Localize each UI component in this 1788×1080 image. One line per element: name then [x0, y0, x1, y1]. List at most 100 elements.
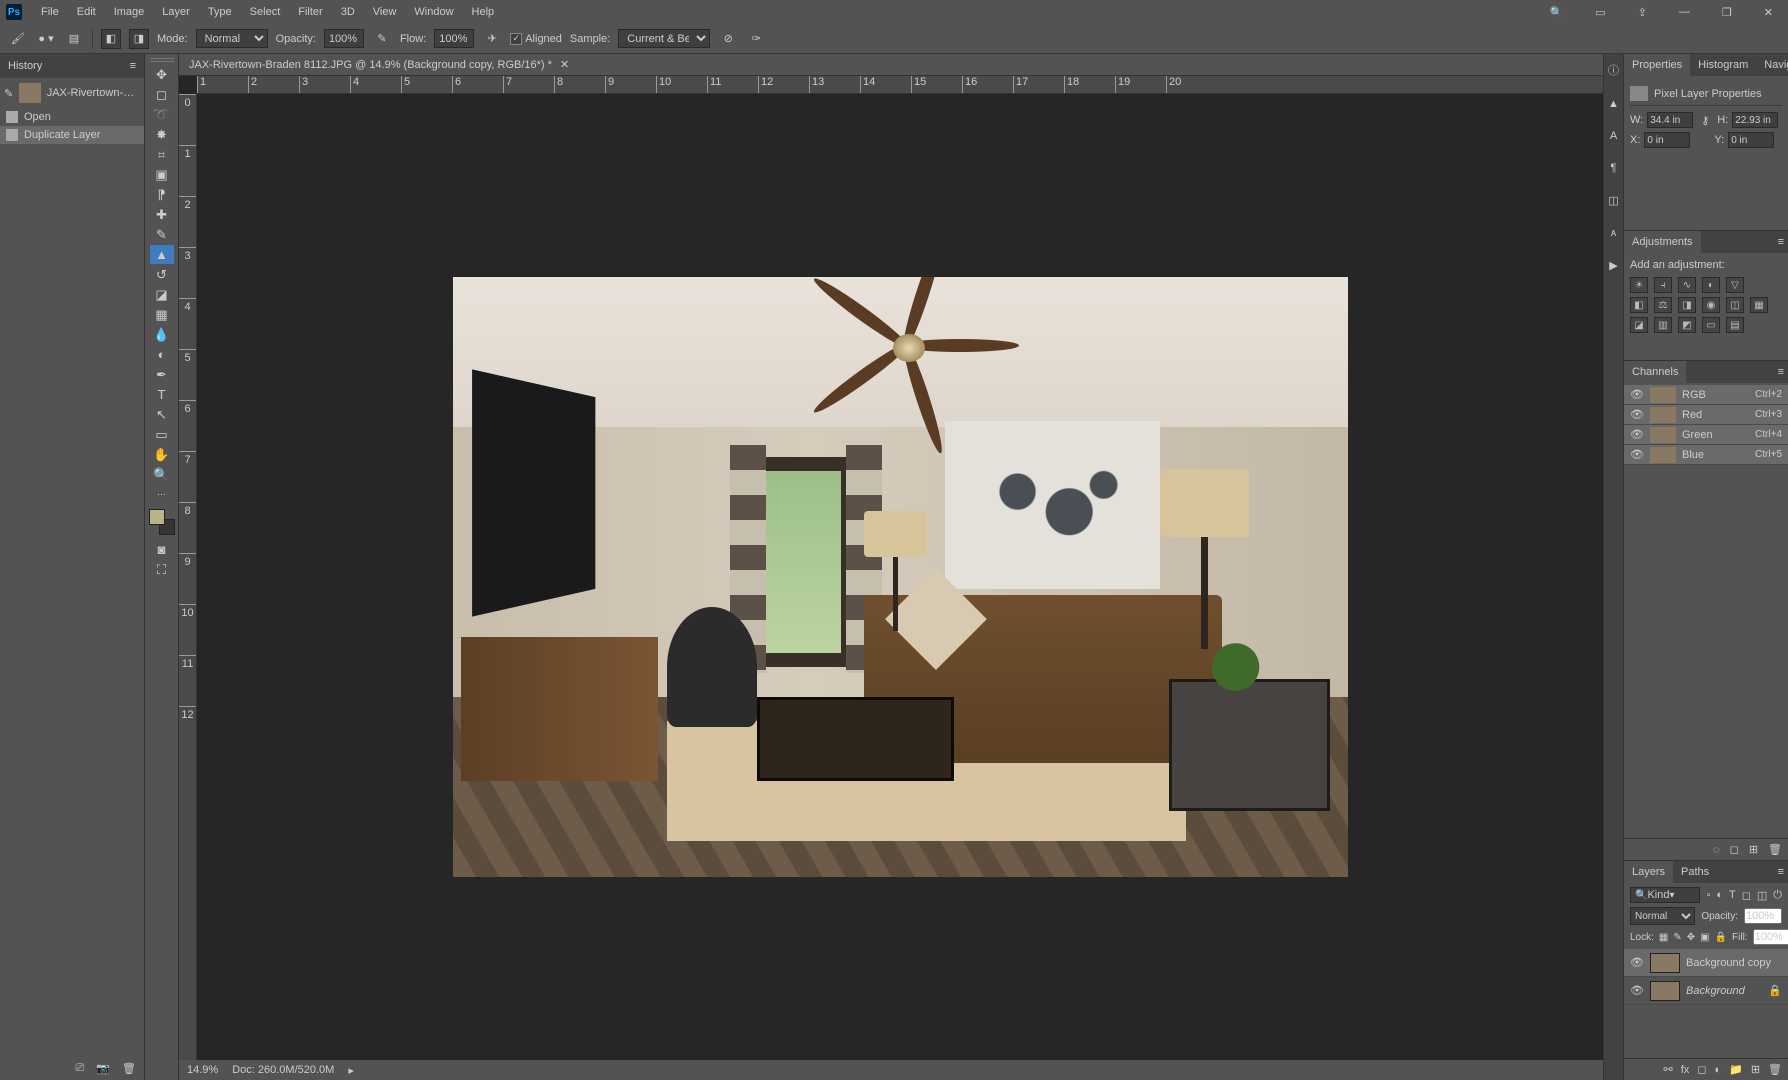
brush-tool[interactable]: ✎ — [150, 225, 174, 244]
tab-properties[interactable]: Properties — [1624, 54, 1690, 76]
glyphs-icon[interactable]: ᴀ — [1611, 227, 1616, 239]
blend-mode-select[interactable]: Normal — [1630, 907, 1695, 925]
sample-select[interactable]: Current & Below — [618, 29, 710, 48]
clone-stamp-tool[interactable]: ▲ — [150, 245, 174, 264]
mode-select[interactable]: Normal — [196, 29, 268, 48]
history-item-duplicate[interactable]: Duplicate Layer — [0, 126, 144, 144]
layer-mask-icon[interactable]: ◻ — [1697, 1063, 1706, 1076]
menu-image[interactable]: Image — [105, 6, 154, 18]
delete-layer-icon[interactable]: 🗑 — [1768, 1063, 1782, 1076]
brightness-icon[interactable]: ☀ — [1630, 277, 1648, 293]
character-panel-icon[interactable]: A — [1610, 130, 1617, 142]
tab-layers[interactable]: Layers — [1624, 861, 1673, 883]
channel-mixer-icon[interactable]: ◫ — [1726, 297, 1744, 313]
zoom-level[interactable]: 14.9% — [187, 1064, 218, 1076]
filter-toggle-icon[interactable]: ⏻ — [1773, 889, 1782, 902]
channel-rgb[interactable]: 👁RGBCtrl+2 — [1624, 385, 1788, 405]
airbrush-icon[interactable]: ✈ — [482, 29, 502, 49]
ignore-adjustment-icon[interactable]: ⊘ — [718, 29, 738, 49]
share-icon[interactable]: ⇪ — [1629, 6, 1656, 19]
visibility-icon[interactable]: 👁 — [1630, 428, 1644, 441]
create-document-icon[interactable]: ⎚ — [76, 1062, 85, 1075]
lock-artboard-icon[interactable]: ▣ — [1700, 931, 1709, 944]
visibility-icon[interactable]: 👁 — [1630, 956, 1644, 969]
width-input[interactable] — [1647, 112, 1693, 128]
pressure-size-icon[interactable]: ✑ — [746, 29, 766, 49]
lasso-tool[interactable]: ➰ — [150, 105, 174, 124]
screen-mode-tool[interactable]: ⛶ — [150, 560, 174, 579]
eyedropper-tool[interactable]: ⁋ — [150, 185, 174, 204]
fill-input[interactable] — [1753, 929, 1788, 945]
frame-tool[interactable]: ▣ — [150, 165, 174, 184]
path-tool[interactable]: ↖ — [150, 405, 174, 424]
new-layer-icon[interactable]: ⊞ — [1751, 1063, 1760, 1076]
doc-size[interactable]: Doc: 260.0M/520.0M — [232, 1064, 334, 1076]
filter-shape-icon[interactable]: ◻ — [1742, 889, 1751, 902]
invert-icon[interactable]: ◪ — [1630, 317, 1648, 333]
close-tab-icon[interactable]: ✕ — [560, 58, 569, 71]
menu-view[interactable]: View — [364, 6, 406, 18]
gradient-tool[interactable]: ▦ — [150, 305, 174, 324]
window-minimize-icon[interactable]: — — [1670, 6, 1699, 19]
link-layers-icon[interactable]: ⚯ — [1664, 1063, 1673, 1076]
lock-transparent-icon[interactable]: ▦ — [1659, 931, 1668, 944]
search-icon[interactable]: 🔍 — [1541, 6, 1573, 19]
tab-histogram[interactable]: Histogram — [1690, 54, 1756, 76]
eraser-tool[interactable]: ◪ — [150, 285, 174, 304]
vertical-ruler[interactable]: 0123456789101112 — [179, 94, 197, 1060]
brush-blend-icon[interactable]: ◧ — [101, 29, 121, 49]
horizontal-ruler[interactable]: 1234567891011121314151617181920 — [197, 76, 1603, 94]
pen-tool[interactable]: ✒ — [150, 365, 174, 384]
dodge-tool[interactable]: ◐ — [150, 345, 174, 364]
workspace-icon[interactable]: ▭ — [1586, 6, 1614, 19]
visibility-icon[interactable]: 👁 — [1630, 388, 1644, 401]
menu-filter[interactable]: Filter — [289, 6, 331, 18]
panel-grip[interactable] — [150, 58, 174, 62]
brush-preset-icon[interactable]: ● ▾ — [36, 29, 56, 49]
marquee-tool[interactable]: ◻ — [150, 85, 174, 104]
levels-icon[interactable]: ⫞ — [1654, 277, 1672, 293]
edit-toolbar[interactable]: ⋯ — [150, 485, 174, 504]
menu-type[interactable]: Type — [199, 6, 241, 18]
quick-select-tool[interactable]: ✸ — [150, 125, 174, 144]
menu-window[interactable]: Window — [405, 6, 462, 18]
delete-channel-icon[interactable]: 🗑 — [1768, 843, 1782, 856]
paragraph-panel-icon[interactable]: ¶ — [1611, 162, 1617, 174]
photo-filter-icon[interactable]: ◉ — [1702, 297, 1720, 313]
menu-3d[interactable]: 3D — [332, 6, 364, 18]
history-tab[interactable]: History ≡ — [0, 54, 144, 78]
bw-icon[interactable]: ◨ — [1678, 297, 1696, 313]
y-input[interactable] — [1728, 132, 1774, 148]
status-menu-icon[interactable]: ▸ — [348, 1064, 354, 1077]
menu-select[interactable]: Select — [241, 6, 290, 18]
tab-channels[interactable]: Channels — [1624, 361, 1686, 383]
visibility-icon[interactable]: 👁 — [1630, 408, 1644, 421]
tab-adjustments[interactable]: Adjustments — [1624, 231, 1701, 253]
crop-tool[interactable]: ⌗ — [150, 145, 174, 164]
layer-opacity-input[interactable] — [1744, 908, 1782, 924]
pressure-opacity-icon[interactable]: ✎ — [372, 29, 392, 49]
tab-paths[interactable]: Paths — [1673, 861, 1717, 883]
menu-file[interactable]: File — [32, 6, 68, 18]
gradient-map-icon[interactable]: ▭ — [1702, 317, 1720, 333]
move-tool[interactable]: ✥ — [150, 65, 174, 84]
opacity-input[interactable] — [324, 29, 364, 48]
channel-green[interactable]: 👁GreenCtrl+4 — [1624, 425, 1788, 445]
hue-icon[interactable]: ◧ — [1630, 297, 1648, 313]
healing-tool[interactable]: ✚ — [150, 205, 174, 224]
lock-all-icon[interactable]: 🔒 — [1715, 931, 1727, 944]
history-snapshot[interactable]: ✎ JAX-Rivertown-Braden 8... — [0, 78, 144, 108]
document-tab[interactable]: JAX-Rivertown-Braden 8112.JPG @ 14.9% (B… — [179, 54, 1603, 76]
flow-input[interactable] — [434, 29, 474, 48]
panel-menu-icon[interactable]: ≡ — [1774, 366, 1788, 378]
type-tool[interactable]: T — [150, 385, 174, 404]
layer-background-copy[interactable]: 👁 Background copy — [1624, 949, 1788, 977]
brush-blend2-icon[interactable]: ◨ — [129, 29, 149, 49]
posterize-icon[interactable]: ▥ — [1654, 317, 1672, 333]
selective-color-icon[interactable]: ▤ — [1726, 317, 1744, 333]
color-swatches[interactable] — [149, 509, 175, 535]
visibility-icon[interactable]: 👁 — [1630, 984, 1644, 997]
window-close-icon[interactable]: ✕ — [1755, 6, 1782, 19]
filter-smart-icon[interactable]: ◫ — [1757, 889, 1767, 902]
libraries-icon[interactable]: ◫ — [1608, 194, 1618, 207]
